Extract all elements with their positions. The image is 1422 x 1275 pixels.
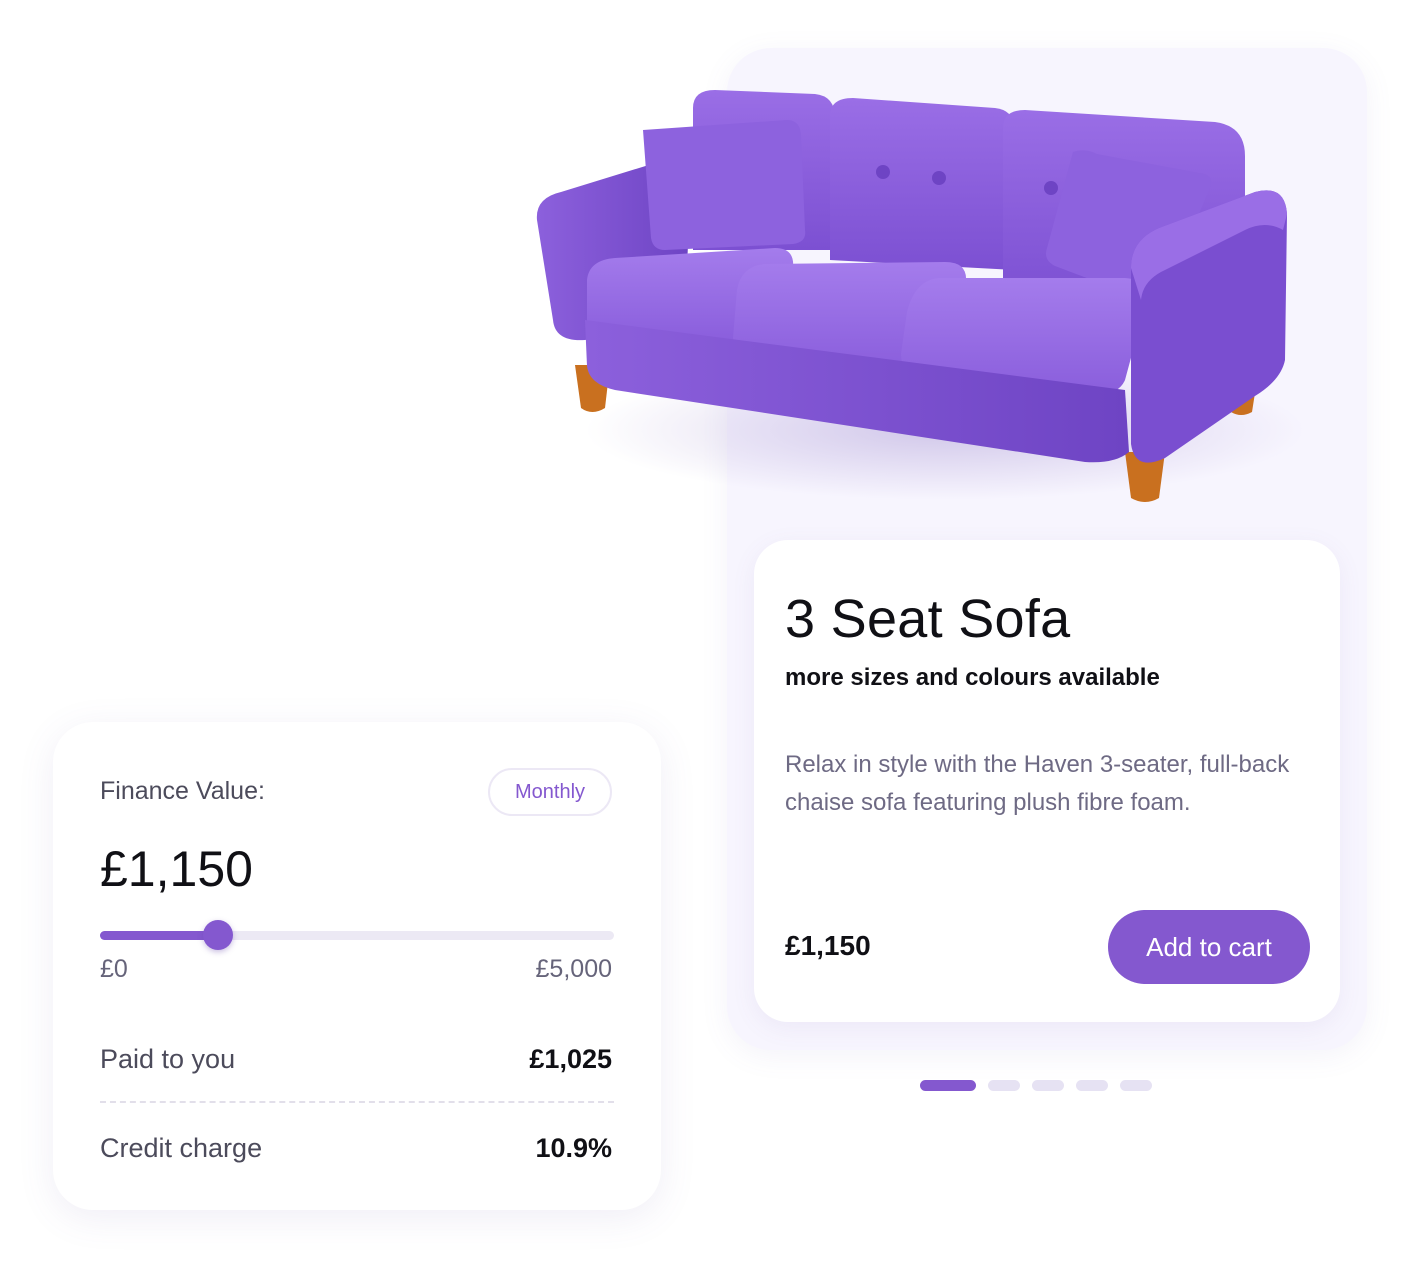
carousel-dot[interactable] <box>1032 1080 1064 1091</box>
finance-value-label: Finance Value: <box>100 777 265 805</box>
finance-slider-fill <box>100 931 219 940</box>
carousel-dot[interactable] <box>920 1080 976 1091</box>
paid-to-you-value: £1,025 <box>529 1044 612 1074</box>
add-to-cart-button[interactable]: Add to cart <box>1108 910 1310 984</box>
paid-to-you-label: Paid to you <box>100 1044 236 1074</box>
carousel-dot[interactable] <box>988 1080 1020 1091</box>
carousel-dot[interactable] <box>1120 1080 1152 1091</box>
carousel-dot[interactable] <box>1076 1080 1108 1091</box>
credit-charge-value: 10.9% <box>535 1133 612 1163</box>
period-toggle-button[interactable]: Monthly <box>488 768 612 816</box>
page: 3 Seat Sofa more sizes and colours avail… <box>0 0 1422 1275</box>
row-divider <box>100 1101 614 1103</box>
slider-max-label: £5,000 <box>535 955 612 983</box>
finance-amount: £1,150 <box>100 841 253 897</box>
product-price: £1,150 <box>785 930 871 961</box>
carousel-dots <box>920 1080 1152 1091</box>
slider-min-label: £0 <box>100 955 128 983</box>
sofa-icon <box>536 90 1305 502</box>
product-subtitle: more sizes and colours available <box>785 664 1160 691</box>
product-description: Relax in style with the Haven 3-seater, … <box>785 751 1290 816</box>
credit-charge-label: Credit charge <box>100 1133 263 1163</box>
product-title: 3 Seat Sofa <box>785 589 1071 649</box>
